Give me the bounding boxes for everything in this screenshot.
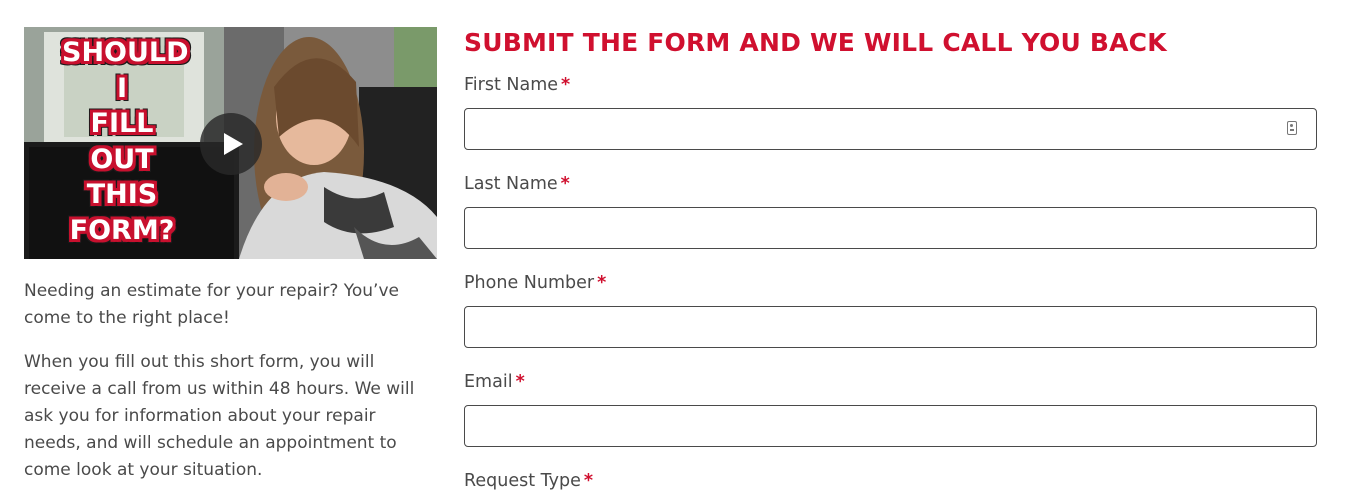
field-label: Phone Number * xyxy=(464,271,1317,295)
field-label: First Name * xyxy=(464,73,1317,97)
overlay-line: I xyxy=(116,72,128,104)
required-marker: * xyxy=(597,273,607,293)
last-name-input[interactable] xyxy=(464,207,1317,249)
contact-form: SUBMIT THE FORM AND WE WILL CALL YOU BAC… xyxy=(464,26,1317,491)
video-overlay-text: SHOULD I FILL OUT THIS FORM? xyxy=(62,35,189,248)
email-input[interactable] xyxy=(464,405,1317,447)
field-label-text: First Name xyxy=(464,75,559,95)
field-label: Last Name * xyxy=(464,172,1317,196)
field-email: Email * xyxy=(464,370,1317,447)
field-label-text: Phone Number xyxy=(464,273,595,293)
contact-card-icon[interactable] xyxy=(1287,121,1297,135)
field-first-name: First Name * xyxy=(464,73,1317,150)
field-label-text: Request Type xyxy=(464,471,581,491)
field-label-text: Email xyxy=(464,372,513,392)
play-icon xyxy=(224,133,243,155)
page: SHOULD I FILL OUT THIS FORM? Needing an … xyxy=(0,0,1346,491)
overlay-line: THIS xyxy=(86,179,158,210)
left-column: SHOULD I FILL OUT THIS FORM? Needing an … xyxy=(24,27,437,491)
input-wrapper xyxy=(464,108,1317,150)
field-label-text: Last Name xyxy=(464,174,558,194)
required-marker: * xyxy=(561,75,571,95)
input-wrapper xyxy=(464,306,1317,348)
overlay-line: FILL xyxy=(90,108,154,139)
phone-number-input[interactable] xyxy=(464,306,1317,348)
field-last-name: Last Name * xyxy=(464,172,1317,249)
input-wrapper xyxy=(464,405,1317,447)
intro-paragraph-2: When you fill out this short form, you w… xyxy=(24,352,415,480)
required-marker: * xyxy=(515,372,525,392)
play-button[interactable] xyxy=(200,113,262,175)
input-wrapper xyxy=(464,207,1317,249)
overlay-line: SHOULD xyxy=(62,37,189,68)
field-label: Email * xyxy=(464,370,1317,394)
overlay-line: FORM? xyxy=(69,214,175,246)
overlay-line: OUT xyxy=(90,143,154,175)
field-request-type: Request Type * xyxy=(464,469,1317,491)
intro-paragraph-1: Needing an estimate for your repair? You… xyxy=(24,281,399,328)
field-label: Request Type * xyxy=(464,469,1317,491)
field-phone-number: Phone Number * xyxy=(464,271,1317,348)
first-name-input[interactable] xyxy=(464,108,1317,150)
form-title: SUBMIT THE FORM AND WE WILL CALL YOU BAC… xyxy=(464,28,1167,57)
intro-text: Needing an estimate for your repair? You… xyxy=(24,278,437,484)
required-marker: * xyxy=(560,174,570,194)
video-thumbnail[interactable]: SHOULD I FILL OUT THIS FORM? xyxy=(24,27,437,259)
required-marker: * xyxy=(583,471,593,491)
